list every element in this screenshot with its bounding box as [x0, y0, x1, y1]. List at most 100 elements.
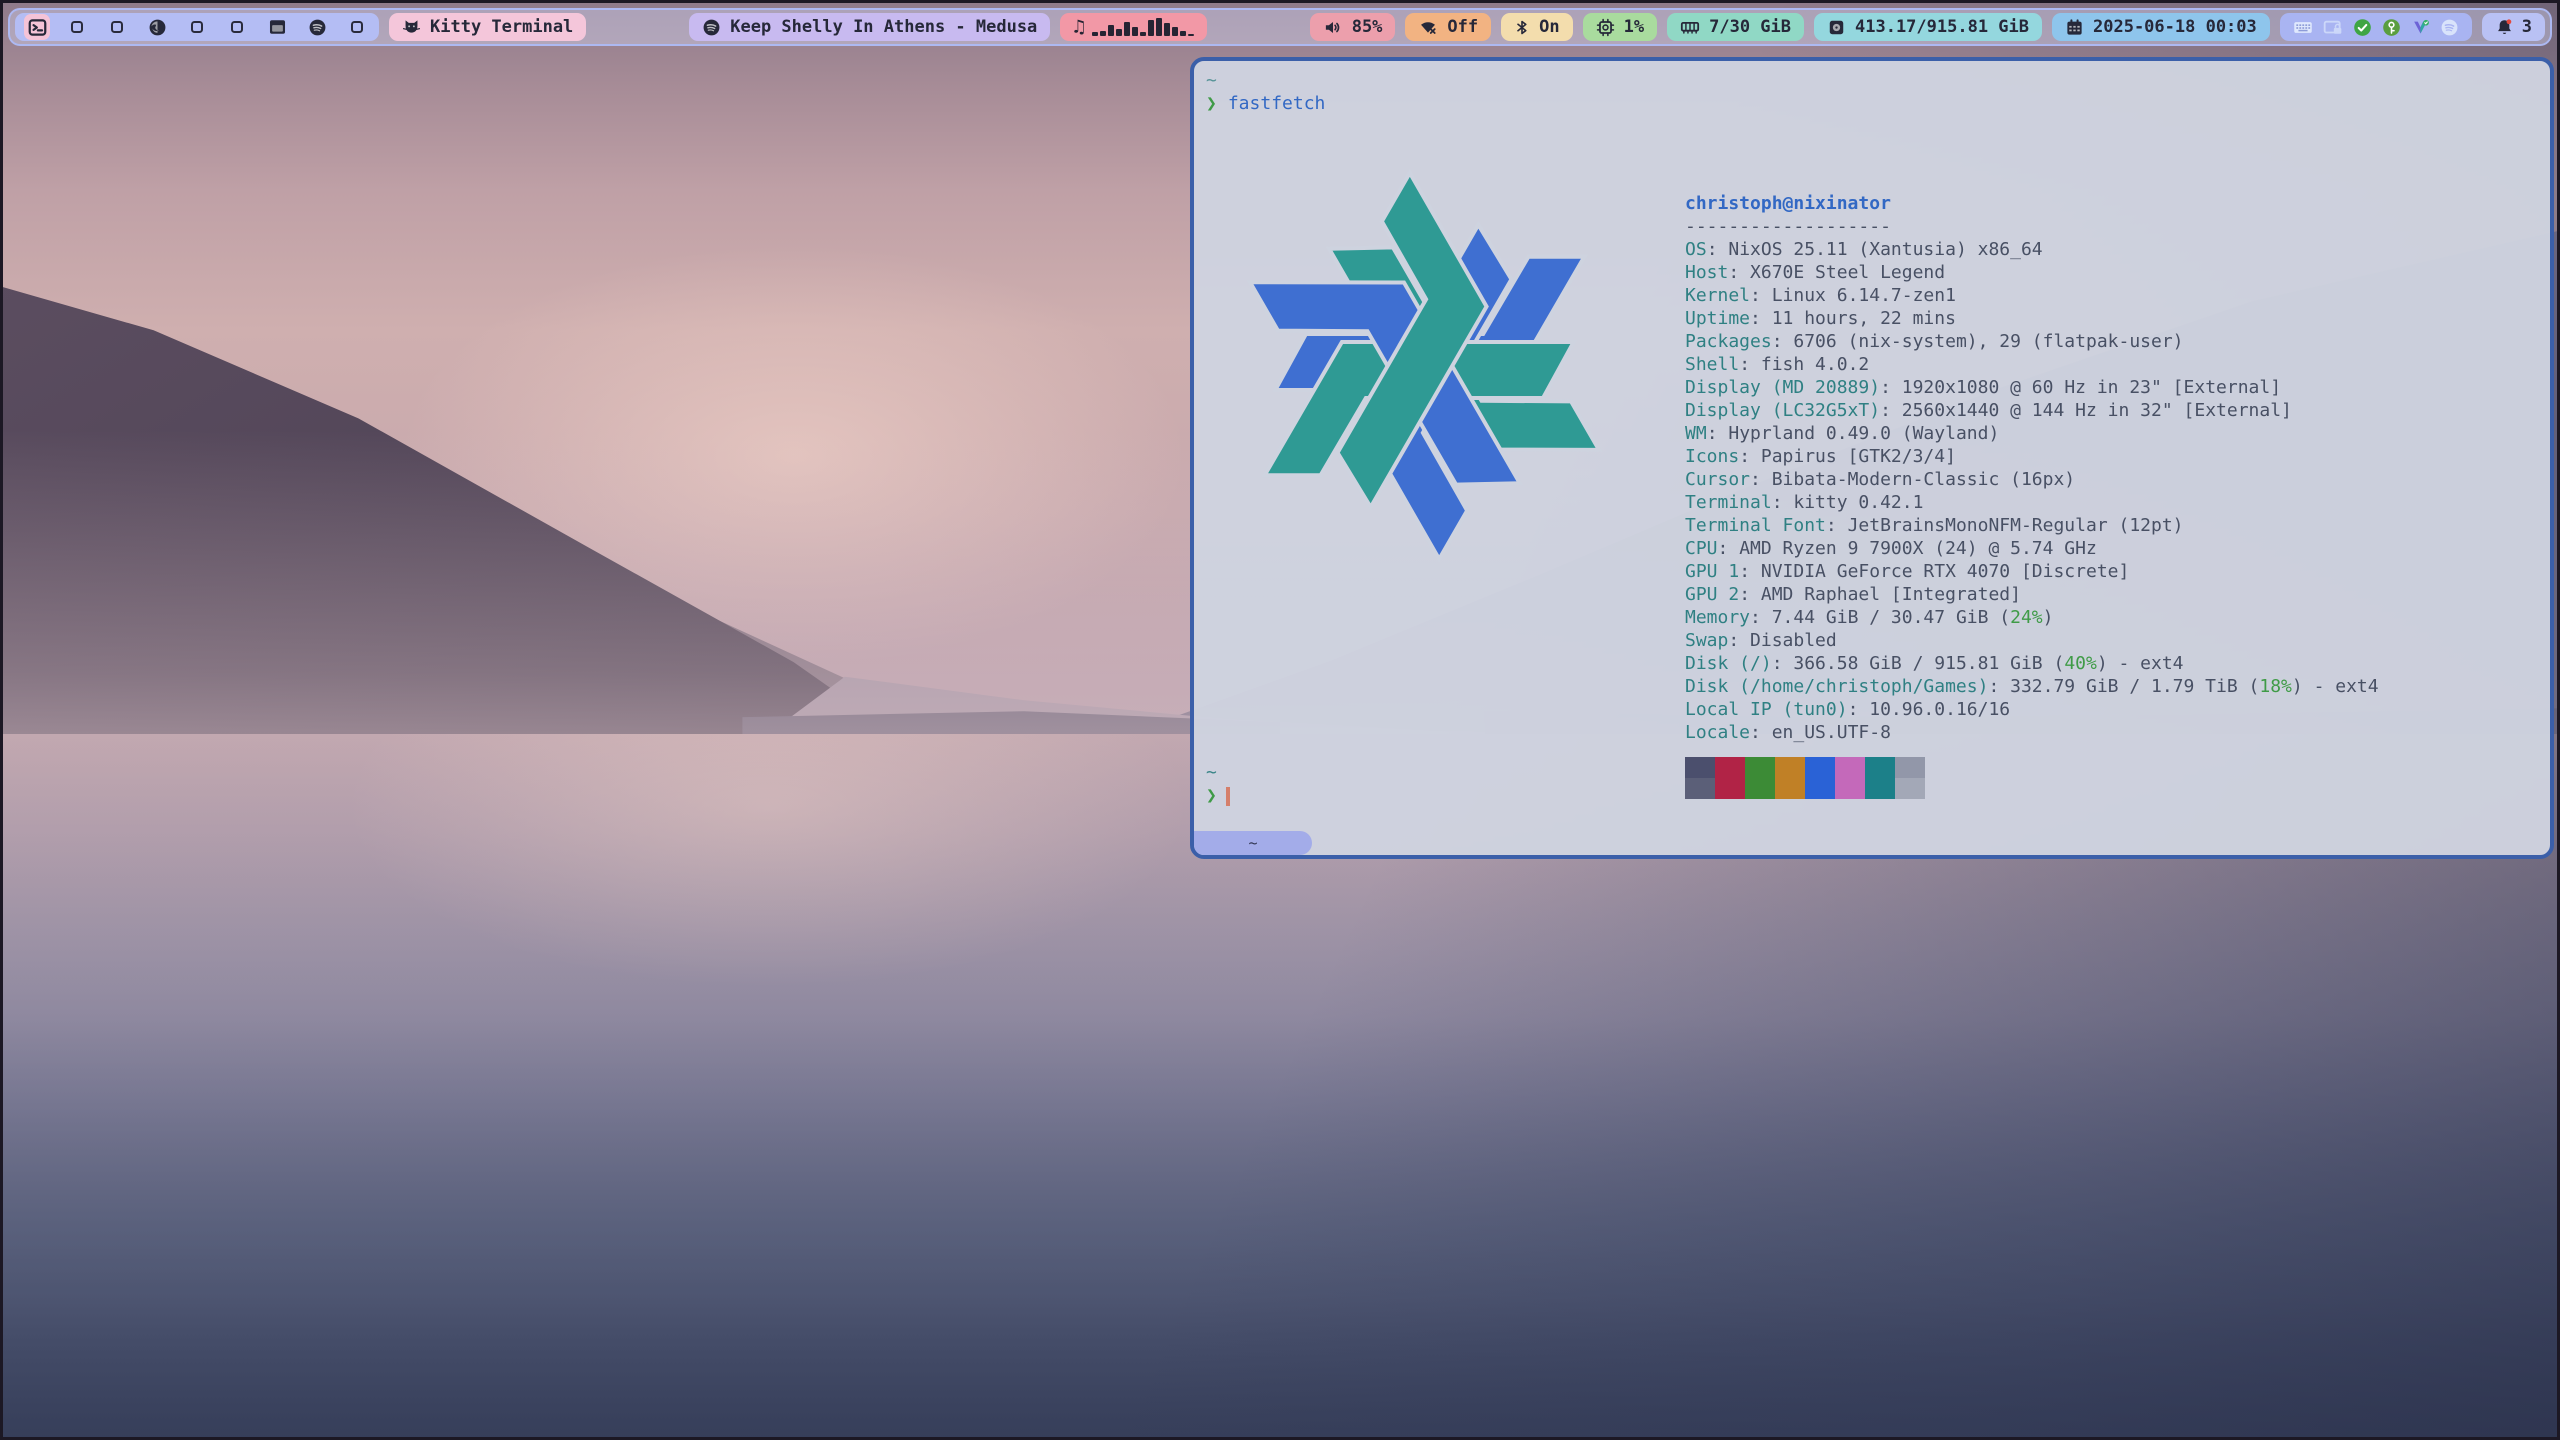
- fastfetch-output: christoph@nixinator ------------------- …: [1206, 156, 2379, 799]
- prompt-dir-bottom: ~: [1206, 761, 1230, 784]
- workspace-6[interactable]: [224, 14, 250, 40]
- fastfetch-lines: OS: NixOS 25.11 (Xantusia) x86_64Host: X…: [1685, 238, 2379, 744]
- fastfetch-value: 2560x1440 @ 144 Hz in 32" [External]: [1891, 400, 2292, 421]
- fastfetch-line: Terminal Font: JetBrainsMonoNFM-Regular …: [1685, 514, 2379, 537]
- label-colon: :: [1750, 607, 1761, 628]
- fastfetch-value: Hyprland 0.49.0 (Wayland): [1718, 423, 2000, 444]
- fastfetch-label: Cursor: [1685, 469, 1750, 490]
- palette-swatch: [1775, 757, 1805, 778]
- cava-bars: [1092, 18, 1194, 36]
- workspace-9[interactable]: [344, 14, 370, 40]
- fastfetch-value: X670E Steel Legend: [1739, 262, 1945, 283]
- fastfetch-label: GPU 1: [1685, 561, 1739, 582]
- prompt-top: ❯fastfetch: [1206, 92, 2538, 115]
- fastfetch-value: fish 4.0.2: [1750, 354, 1869, 375]
- cava-bar: [1188, 34, 1194, 36]
- status-bluetooth[interactable]: On: [1501, 13, 1572, 41]
- fastfetch-value: JetBrainsMonoNFM-Regular (12pt): [1837, 515, 2184, 536]
- fastfetch-line: Disk (/home/christoph/Games): 332.79 GiB…: [1685, 675, 2379, 698]
- fastfetch-line: Uptime: 11 hours, 22 mins: [1685, 307, 2379, 330]
- keyboard-icon[interactable]: [2293, 19, 2313, 36]
- status-clock[interactable]: 2025-06-18 00:03: [2052, 13, 2270, 41]
- vpn-check-icon[interactable]: [2411, 18, 2430, 37]
- cava-bar: [1148, 20, 1154, 36]
- palette-swatch: [1715, 778, 1745, 799]
- status-network[interactable]: Off: [1405, 13, 1491, 41]
- workspace-switcher: [15, 13, 379, 41]
- fastfetch-line: Locale: en_US.UTF-8: [1685, 721, 2379, 744]
- fastfetch-value: Disabled: [1739, 630, 1837, 651]
- label-colon: :: [1707, 239, 1718, 260]
- check-badge-icon[interactable]: [2353, 18, 2372, 37]
- memory-icon: [1680, 18, 1700, 36]
- workspace-7[interactable]: [264, 14, 290, 40]
- workspace-5[interactable]: [184, 14, 210, 40]
- palette-swatch: [1865, 757, 1895, 778]
- fastfetch-value: AMD Raphael [Integrated]: [1750, 584, 2021, 605]
- notification-widget[interactable]: 3: [2482, 13, 2545, 41]
- empty-workspace-icon: [71, 21, 83, 33]
- fastfetch-line: Host: X670E Steel Legend: [1685, 261, 2379, 284]
- terminal-icon: [28, 18, 47, 37]
- fastfetch-line: Shell: fish 4.0.2: [1685, 353, 2379, 376]
- workspace-2[interactable]: [64, 14, 90, 40]
- text-cursor: [1226, 787, 1230, 806]
- palette-swatch: [1715, 757, 1745, 778]
- workspace-4[interactable]: [144, 14, 170, 40]
- palette-swatch: [1805, 778, 1835, 799]
- spotify-light-icon[interactable]: [2440, 18, 2459, 37]
- palette-swatch: [1685, 778, 1715, 799]
- palette-swatch: [1805, 757, 1835, 778]
- key-badge-icon[interactable]: [2382, 18, 2401, 37]
- cava-bar: [1172, 27, 1178, 36]
- prompt-symbol: ❯: [1206, 93, 1217, 114]
- status-bluetooth-label: On: [1539, 17, 1559, 37]
- label-colon: :: [1880, 377, 1891, 398]
- fastfetch-label: GPU 2: [1685, 584, 1739, 605]
- fastfetch-value: Bibata-Modern-Classic (16px): [1761, 469, 2075, 490]
- system-tray: [2280, 13, 2472, 41]
- workspace-3[interactable]: [104, 14, 130, 40]
- firefox-icon: [148, 18, 167, 37]
- kitty-tab[interactable]: ~: [1194, 831, 1312, 855]
- status-cpu-label: 1%: [1624, 17, 1644, 37]
- empty-workspace-icon: [111, 21, 123, 33]
- fastfetch-line: OS: NixOS 25.11 (Xantusia) x86_64: [1685, 238, 2379, 261]
- window-lock-icon[interactable]: [2323, 19, 2343, 36]
- active-window-title[interactable]: Kitty Terminal: [389, 13, 586, 41]
- cava-bar: [1108, 25, 1114, 36]
- cava-bar: [1092, 32, 1098, 36]
- label-colon: :: [1750, 285, 1761, 306]
- status-bar: Kitty Terminal Keep Shelly In Athens - M…: [8, 8, 2552, 46]
- kitty-terminal-window[interactable]: ~ ❯fastfetch christoph@nixinator -------…: [1190, 57, 2554, 859]
- status-disk[interactable]: 413.17/915.81 GiB: [1814, 13, 2042, 41]
- status-memory[interactable]: 7/30 GiB: [1667, 13, 1804, 41]
- workspace-8[interactable]: [304, 14, 330, 40]
- cava-bar: [1180, 31, 1186, 36]
- window-icon: [268, 18, 287, 36]
- fastfetch-value: 332.79 GiB / 1.79 TiB (: [1999, 676, 2259, 697]
- now-playing-label: Keep Shelly In Athens - Medusa: [730, 17, 1037, 37]
- label-colon: :: [1750, 469, 1761, 490]
- workspace-1-active[interactable]: [24, 14, 50, 40]
- fastfetch-line: WM: Hyprland 0.49.0 (Wayland): [1685, 422, 2379, 445]
- disk-icon: [1827, 18, 1846, 37]
- status-cpu[interactable]: 1%: [1583, 13, 1657, 41]
- media-player-widget[interactable]: Keep Shelly In Athens - Medusa: [689, 13, 1050, 41]
- bell-icon: [2495, 18, 2514, 37]
- label-colon: :: [1772, 653, 1783, 674]
- status-volume[interactable]: 85%: [1310, 13, 1396, 41]
- fastfetch-label: Shell: [1685, 354, 1739, 375]
- fastfetch-value: 40%: [2064, 653, 2097, 674]
- label-colon: :: [1826, 515, 1837, 536]
- fastfetch-label: Terminal Font: [1685, 515, 1826, 536]
- fastfetch-value: 1920x1080 @ 60 Hz in 23" [External]: [1891, 377, 2281, 398]
- fastfetch-label: Locale: [1685, 722, 1750, 743]
- fastfetch-value: AMD Ryzen 9 7900X (24) @ 5.74 GHz: [1728, 538, 2096, 559]
- prompt-bottom[interactable]: ~ ❯: [1206, 761, 1230, 807]
- fastfetch-line: Kernel: Linux 6.14.7-zen1: [1685, 284, 2379, 307]
- fastfetch-value: Papirus [GTK2/3/4]: [1750, 446, 1956, 467]
- audio-visualizer-widget[interactable]: ♫: [1060, 13, 1206, 41]
- fastfetch-label: Packages: [1685, 331, 1772, 352]
- status-memory-label: 7/30 GiB: [1709, 17, 1791, 37]
